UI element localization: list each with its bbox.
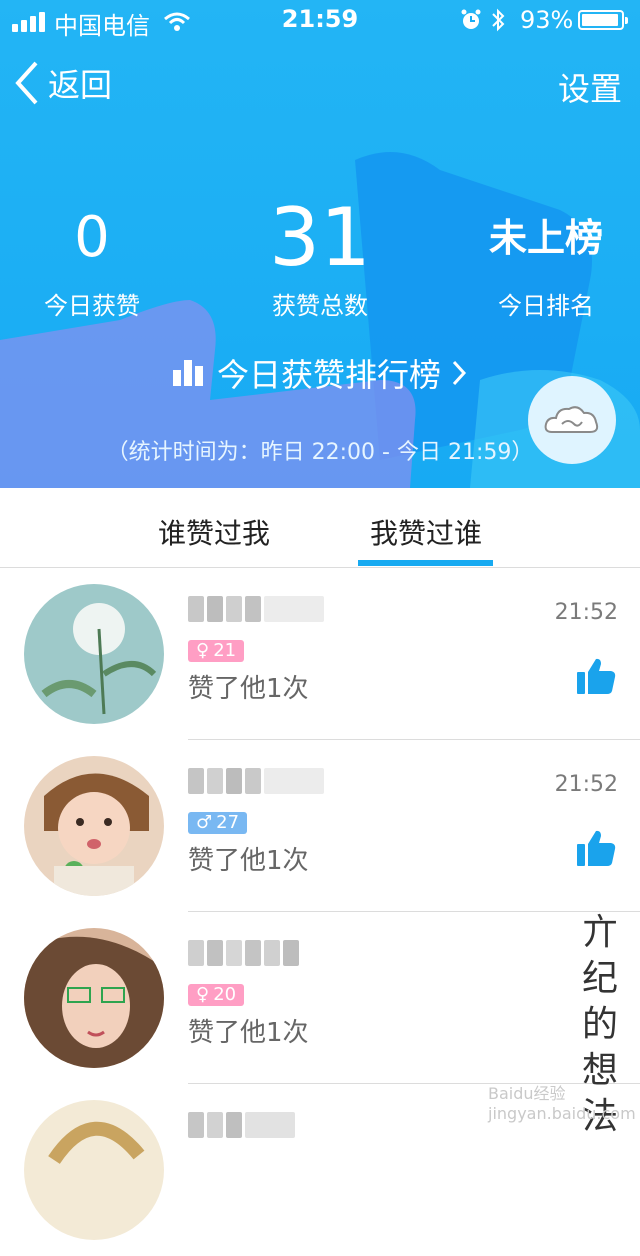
tab-whom-i-liked[interactable]: 我赞过谁 [370, 512, 482, 552]
battery-icon [578, 10, 628, 30]
like-count-text: 赞了他1次 [188, 674, 309, 704]
chevron-left-icon [15, 61, 38, 105]
blurred-username [188, 940, 299, 966]
list-item[interactable]: ♂ 27 赞了他1次 21:52 [0, 740, 640, 912]
today-rank-label: 今日排名 [498, 292, 594, 320]
baidu-jingyan-watermark: Baidu经验 jingyan.baidu.com [488, 1084, 636, 1123]
age: 27 [216, 812, 240, 833]
likes-list: ♀ 21 赞了他1次 21:52 ♂ 27 赞了他1次 21:52 ♀ 20 赞… [0, 568, 640, 1256]
watermark-char: 的 [581, 1004, 618, 1045]
age: 20 [213, 984, 237, 1005]
avatar[interactable] [24, 584, 164, 724]
like-time: 21:52 [554, 772, 618, 797]
leaderboard-link-label: 今日获赞排行榜 [216, 356, 441, 394]
avatar[interactable] [24, 756, 164, 896]
bluetooth-icon [490, 8, 506, 38]
gender-symbol: ♀ [196, 984, 210, 1005]
total-likes-stat: 31 获赞总数 [220, 188, 420, 321]
gender-age-badge: ♀ 21 [188, 640, 245, 662]
list-item[interactable]: ♀ 20 赞了他1次 [0, 912, 640, 1084]
total-likes-label: 获赞总数 [272, 292, 368, 320]
settings-button[interactable]: 设置 [558, 64, 622, 110]
back-label: 返回 [48, 66, 113, 104]
like-count-text: 赞了他1次 [188, 846, 309, 876]
like-count-text: 赞了他1次 [188, 1018, 309, 1048]
watermark-char: 亣 [581, 912, 618, 953]
chevron-right-icon [452, 360, 467, 386]
blurred-username [188, 596, 324, 622]
today-rank-value: 未上榜 [488, 216, 603, 260]
alarm-clock-icon [460, 9, 482, 37]
today-likes-value: 0 [74, 205, 110, 270]
today-rank-stat: 未上榜 今日排名 [446, 188, 640, 321]
likes-header: 中国电信 21:59 93% 返回 设置 0 今日获赞 31 获赞总数 未上榜 … [0, 0, 640, 488]
avatar[interactable] [24, 1100, 164, 1240]
cloud-icon [544, 406, 599, 433]
cloud-button[interactable] [528, 376, 616, 464]
gender-age-badge: ♂ 27 [188, 812, 248, 834]
blurred-username [188, 1112, 295, 1138]
gender-symbol: ♀ [196, 640, 210, 661]
bar-chart-icon [172, 360, 203, 386]
active-tab-indicator [358, 560, 493, 566]
avatar[interactable] [24, 928, 164, 1068]
battery-percent: 93% [520, 6, 574, 34]
status-bar: 中国电信 21:59 93% [0, 0, 640, 40]
age: 21 [213, 640, 237, 661]
gender-age-badge: ♀ 20 [188, 984, 245, 1006]
thumbs-up-icon[interactable] [576, 828, 616, 872]
back-button[interactable]: 返回 [14, 60, 112, 106]
like-time: 21:52 [554, 600, 618, 625]
gender-symbol: ♂ [196, 812, 213, 833]
today-likes-label: 今日获赞 [44, 292, 140, 320]
thumbs-up-icon[interactable] [576, 656, 616, 700]
watermark-char: 纪 [581, 958, 618, 999]
total-likes-value: 31 [269, 191, 371, 284]
list-item[interactable]: ♀ 21 赞了他1次 21:52 [0, 568, 640, 740]
tab-who-liked-me[interactable]: 谁赞过我 [158, 512, 270, 552]
today-likes-stat: 0 今日获赞 [0, 188, 192, 321]
likes-tabs: 谁赞过我 我赞过谁 [0, 488, 640, 568]
blurred-username [188, 768, 324, 794]
